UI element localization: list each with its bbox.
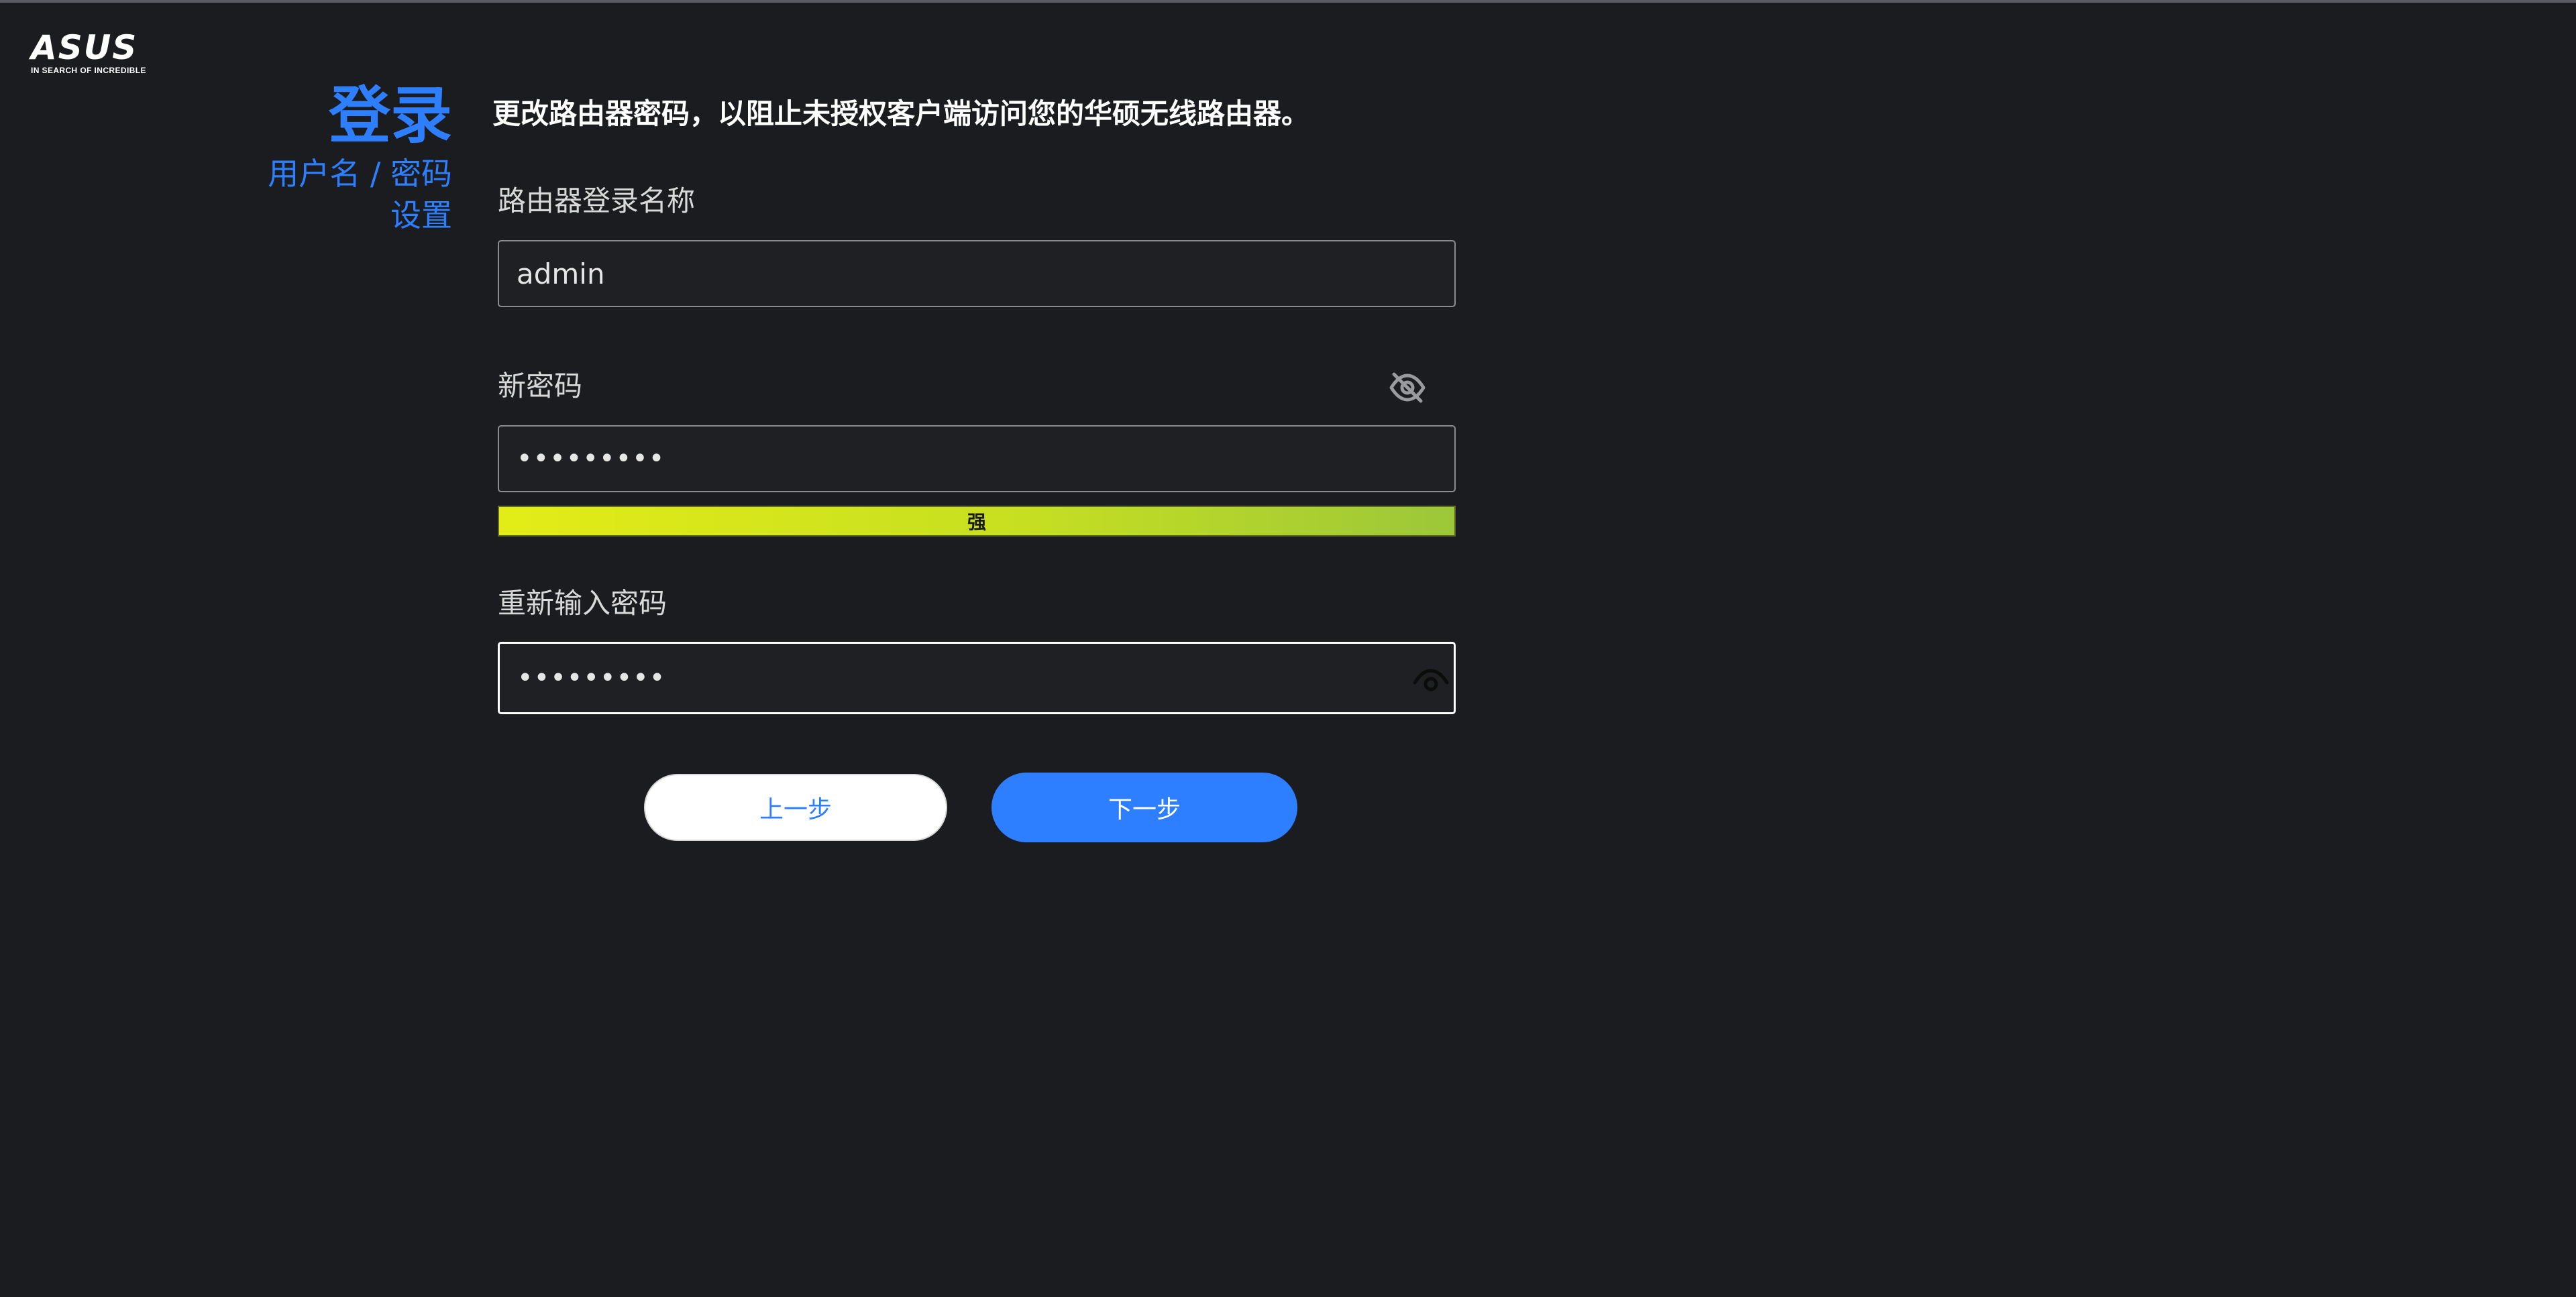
- confirm-password-label: 重新输入密码: [498, 587, 667, 620]
- password-strength-meter: 强: [498, 506, 1456, 537]
- confirm-password-value: •••••••••: [517, 663, 666, 693]
- eye-icon[interactable]: [1409, 659, 1452, 701]
- next-step-button[interactable]: 下一步: [991, 773, 1297, 842]
- username-value: admin: [517, 257, 605, 290]
- prev-step-button[interactable]: 上一步: [644, 774, 947, 841]
- password-strength-label: 强: [967, 511, 986, 533]
- eye-slash-icon[interactable]: [1386, 366, 1429, 409]
- new-password-label: 新密码: [498, 370, 583, 402]
- page-subtitle-line2: 设置: [390, 197, 452, 233]
- new-password-value: •••••••••: [517, 443, 665, 474]
- page-subtitle-line1: 用户名 / 密码: [268, 156, 452, 192]
- top-border: [0, 0, 2576, 3]
- username-field[interactable]: admin: [498, 240, 1456, 307]
- new-password-field[interactable]: •••••••••: [498, 425, 1456, 492]
- section-titles: 登录 用户名 / 密码 设置: [211, 79, 452, 236]
- confirm-password-field[interactable]: •••••••••: [498, 642, 1456, 714]
- logo-wordmark: ASUS: [31, 28, 138, 67]
- page-title: 登录: [328, 80, 452, 152]
- username-label: 路由器登录名称: [498, 184, 696, 217]
- logo-tagline: IN SEARCH OF INCREDIBLE: [31, 66, 146, 75]
- page-description: 更改路由器密码，以阻止未授权客户端访问您的华硕无线路由器。: [492, 97, 1310, 130]
- asus-logo: ASUS IN SEARCH OF INCREDIBLE: [31, 28, 158, 75]
